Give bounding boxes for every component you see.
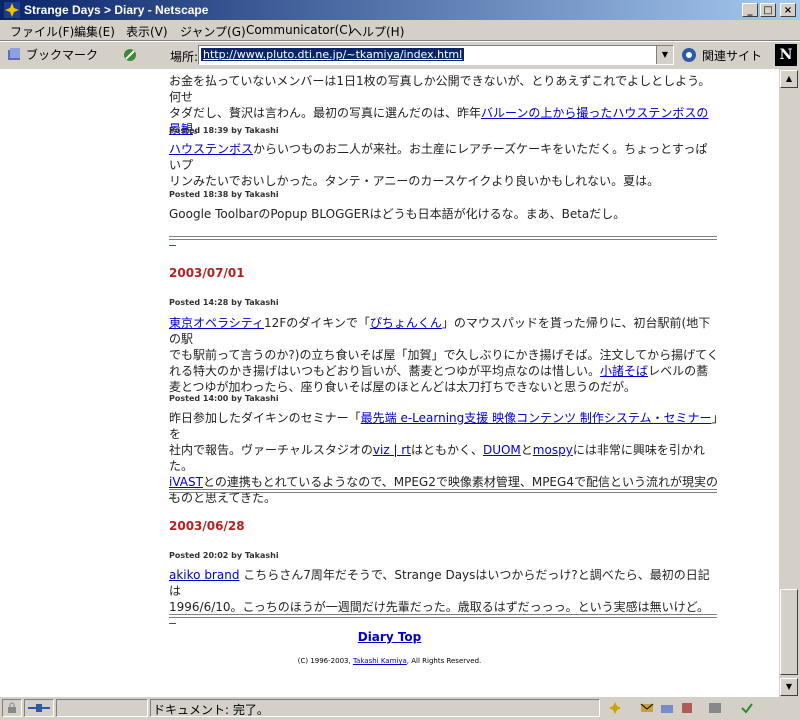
title-bar: Strange Days > Diary - Netscape _ □ × [0, 0, 800, 20]
date-heading: 2003/06/28 [169, 519, 245, 533]
balloon-link[interactable]: バルーンの上から撮ったハウステンボスの [481, 106, 708, 120]
menu-go[interactable]: ジャンプ(G) [180, 23, 246, 40]
maximize-button[interactable]: □ [760, 3, 776, 17]
menu-help[interactable]: ヘルプ(H) [350, 23, 404, 40]
progress-panel [56, 699, 148, 717]
status-text-panel: ドキュメント: 完了。 [150, 699, 600, 717]
lock-icon[interactable] [6, 702, 18, 714]
offline-icon[interactable] [740, 701, 754, 715]
related-sites-icon[interactable] [680, 46, 698, 64]
composer-icon[interactable] [708, 701, 722, 715]
entry-text: お金を払っていないメンバーは1日1枚の写真しか公開できないが、とりあえずこれでよ… [169, 74, 711, 104]
separator [169, 236, 717, 240]
related-sites-button[interactable]: 関連サイト [702, 47, 762, 64]
pichonkun-link[interactable]: ぴちょんくん [370, 316, 442, 330]
separator-mark [169, 623, 176, 624]
posted-label: Posted 18:38 by Takashi [169, 190, 279, 199]
separator-mark [169, 498, 176, 499]
date-heading: 2003/07/01 [169, 266, 245, 280]
posted-label: Posted 14:00 by Takashi [169, 394, 279, 403]
menu-communicator[interactable]: Communicator(C) [246, 23, 352, 37]
entry-google: Google ToolbarのPopup BLOGGERはどうも日本語が化けるな… [169, 207, 626, 221]
menu-file[interactable]: ファイル(F) [10, 23, 74, 40]
location-label: 場所: [170, 50, 199, 64]
posted-label: Posted 20:02 by Takashi [169, 551, 279, 560]
navigator-icon[interactable] [608, 701, 622, 715]
mospy-link[interactable]: mospy [533, 443, 573, 457]
author-link[interactable]: Takashi Kamiya [353, 657, 407, 665]
page-proxy-icon[interactable] [122, 47, 138, 63]
menu-view[interactable]: 表示(V) [126, 23, 168, 40]
posted-label: Posted 18:39 by Takashi [169, 126, 279, 135]
location-input[interactable]: http://www.pluto.dti.ne.jp/~tkamiya/inde… [198, 45, 674, 65]
chevron-down-icon[interactable]: ▼ [656, 46, 673, 64]
bookmark-icon[interactable] [6, 47, 24, 63]
separator [169, 489, 717, 493]
ivast-link[interactable]: iVAST [169, 475, 203, 489]
menu-bar: ファイル(F) 編集(E) 表示(V) ジャンプ(G) Communicator… [0, 20, 800, 41]
separator [169, 614, 717, 618]
bookmarks-button[interactable]: ブックマーク [26, 46, 98, 63]
online-panel [24, 699, 54, 717]
opera-city-link[interactable]: 東京オペラシティ [169, 316, 264, 330]
newsgroup-icon[interactable] [660, 701, 674, 715]
minimize-button[interactable]: _ [742, 3, 758, 17]
location-toolbar: ブックマーク 場所: http://www.pluto.dti.ne.jp/~t… [0, 41, 800, 70]
vertical-scrollbar[interactable]: ▲ ▼ [779, 69, 800, 697]
netscape-n-icon: N [775, 44, 797, 66]
komoro-soba-link[interactable]: 小諸そば [600, 364, 648, 378]
scroll-thumb[interactable] [780, 589, 798, 675]
status-bar: ドキュメント: 完了。 [0, 697, 800, 720]
posted-label: Posted 14:28 by Takashi [169, 298, 279, 307]
connection-icon [28, 704, 50, 712]
netscape-logo-icon [4, 2, 20, 18]
copyright: (C) 1996-2003, Takashi Kamiya, All Right… [297, 657, 482, 665]
entry-soba: 東京オペラシティ12Fのダイキンで「ぴちょんくん」のマウスパッドを貰った帰りに、… [169, 316, 719, 394]
security-lock-panel [2, 699, 22, 717]
akiko-brand-link[interactable]: akiko brand [169, 568, 239, 582]
entry-akiko: akiko brand こちらさん7周年だそうで、Strange Daysはいつ… [169, 568, 710, 614]
page-content: お金を払っていないメンバーは1日1枚の写真しか公開できないが、とりあえずこれでよ… [0, 69, 779, 697]
seminar-link[interactable]: 最先端 e-Learning支援 映像コンテンツ 制作システム・セミナー [361, 411, 712, 425]
entry-cheesecake: ハウステンボスからいつものお二人が来社。お土産にレアチーズケーキをいただく。ちょ… [169, 142, 708, 188]
address-book-icon[interactable] [680, 701, 694, 715]
mail-icon[interactable] [640, 701, 654, 715]
diary-top-link[interactable]: Diary Top [358, 630, 422, 644]
menu-edit[interactable]: 編集(E) [74, 23, 115, 40]
scroll-down-arrow-icon[interactable]: ▼ [780, 678, 798, 696]
huis-ten-bosch-link[interactable]: ハウステンボス [169, 142, 253, 156]
window-title: Strange Days > Diary - Netscape [24, 3, 209, 17]
duom-link[interactable]: DUOM [483, 443, 521, 457]
scroll-up-arrow-icon[interactable]: ▲ [780, 70, 798, 88]
close-button[interactable]: × [780, 3, 796, 17]
location-url[interactable]: http://www.pluto.dti.ne.jp/~tkamiya/inde… [201, 48, 465, 61]
separator-mark [169, 245, 176, 246]
status-text: ドキュメント: 完了。 [153, 703, 269, 717]
vizrt-link[interactable]: viz | rt [373, 443, 411, 457]
